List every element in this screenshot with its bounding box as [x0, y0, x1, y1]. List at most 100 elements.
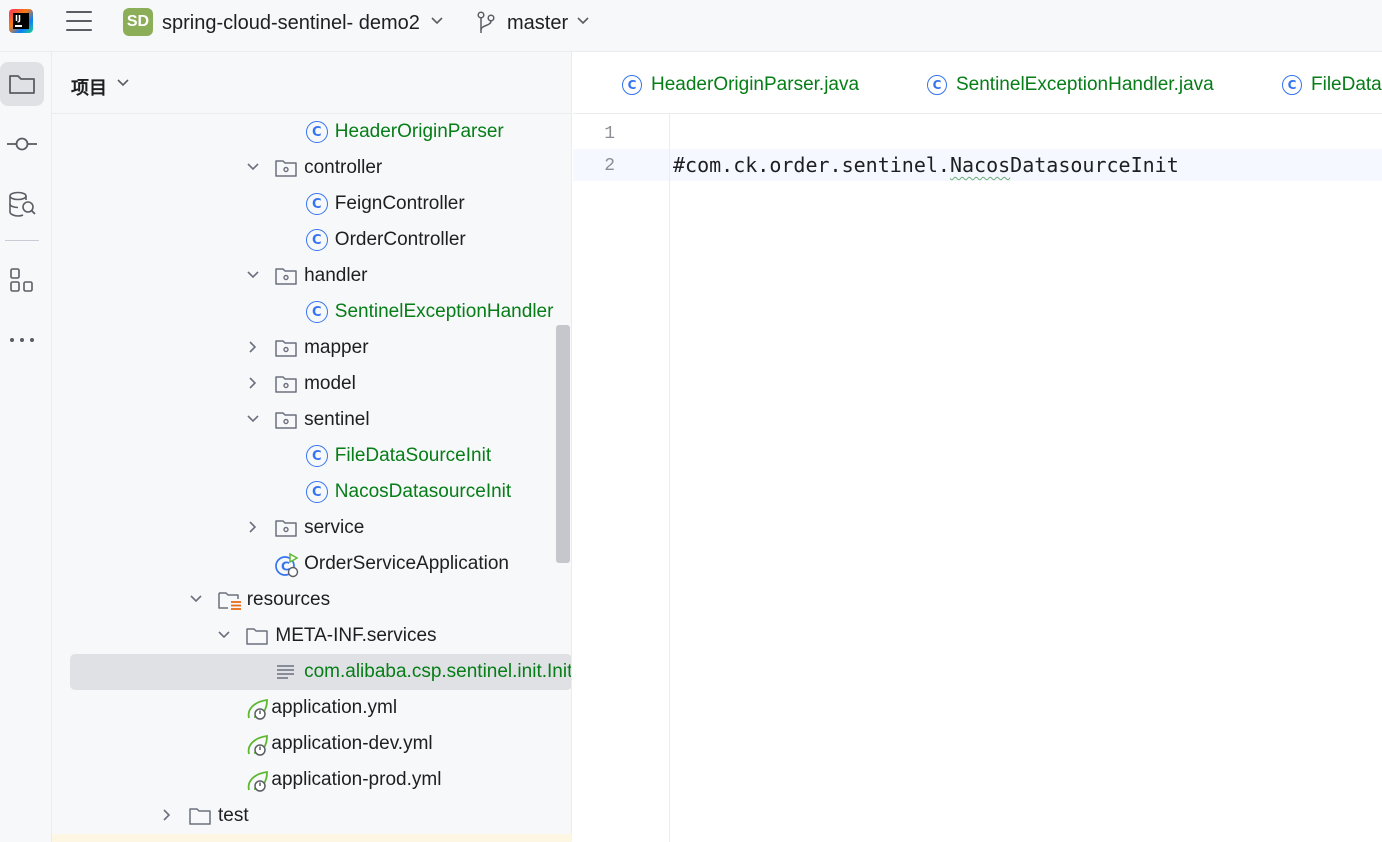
tree-item-label: handler: [304, 265, 368, 286]
main-menu-icon[interactable]: [66, 11, 92, 33]
class-icon: C: [622, 75, 642, 95]
tree-item-spring-config[interactable]: application.yml: [52, 690, 571, 726]
structure-tool-button[interactable]: [0, 258, 44, 302]
chevron-right-icon[interactable]: [160, 808, 174, 827]
project-badge[interactable]: SD: [123, 8, 153, 36]
tree-item-folder[interactable]: META-INF.services: [52, 618, 571, 654]
tree-item-package[interactable]: sentinel: [52, 402, 571, 438]
branch-name[interactable]: master: [507, 12, 568, 35]
line-number: 2: [604, 156, 615, 176]
more-tools-button[interactable]: [0, 318, 44, 362]
tree-scrollbar[interactable]: [556, 325, 570, 563]
chevron-down-icon[interactable]: [116, 78, 130, 88]
class-icon: C: [305, 300, 329, 324]
status-strip: [52, 834, 572, 842]
tree-item-package[interactable]: service: [52, 510, 571, 546]
project-name[interactable]: spring-cloud-sentinel- demo2: [162, 12, 420, 35]
tree-item-class[interactable]: C FileDataSourceInit: [52, 438, 571, 474]
more-icon: [10, 338, 34, 342]
tab-label: FileDataSourceInit.java: [1311, 74, 1382, 95]
chevron-down-icon[interactable]: [246, 268, 260, 287]
line-number-gutter: 1 2: [573, 114, 670, 842]
spring-config-icon: [245, 696, 269, 720]
tree-item-label: HeaderOriginParser: [334, 121, 504, 142]
editor-tabs: C HeaderOriginParser.java C SentinelExce…: [573, 52, 1382, 114]
folder-icon: [245, 624, 269, 648]
tree-item-label: OrderServiceApplication: [304, 553, 509, 574]
class-icon: C: [1282, 75, 1302, 95]
code-text: #com.ck.order.sentinel.NacosDatasourceIn…: [673, 153, 1179, 177]
tree-item-label: META-INF.services: [275, 625, 437, 646]
package-icon: [274, 372, 298, 396]
panel-title[interactable]: 项目: [71, 74, 107, 100]
code-line[interactable]: #com.ck.order.sentinel.NacosDatasourceIn…: [673, 153, 1179, 177]
project-tool-button[interactable]: [0, 62, 44, 106]
commit-tool-button[interactable]: [0, 122, 44, 166]
class-icon: C: [305, 228, 329, 252]
chevron-down-icon[interactable]: [217, 628, 231, 647]
chevron-right-icon[interactable]: [246, 340, 260, 359]
class-icon: C: [305, 480, 329, 504]
chevron-down-icon[interactable]: [189, 592, 203, 611]
tree-item-resources-folder[interactable]: resources: [52, 582, 571, 618]
tree-item-package[interactable]: controller: [52, 150, 571, 186]
tool-divider: [5, 240, 39, 241]
tree-item-class[interactable]: C NacosDatasourceInit: [52, 474, 571, 510]
editor: C HeaderOriginParser.java C SentinelExce…: [573, 52, 1382, 842]
structure-icon: [10, 268, 33, 292]
tree-item-label: resources: [246, 589, 331, 610]
tab-header-origin-parser[interactable]: C HeaderOriginParser.java: [621, 71, 859, 99]
project-panel-header: 项目: [52, 52, 571, 114]
project-panel: 项目 C HeaderOriginParser controller C FeignCo…: [52, 52, 572, 842]
class-icon: C: [927, 75, 947, 95]
tree-item-spring-boot-class[interactable]: C OrderServiceApplication: [52, 546, 571, 582]
tree-item-label: application.yml: [271, 697, 398, 718]
package-icon: [274, 336, 298, 360]
chevron-down-icon[interactable]: [246, 160, 260, 179]
package-icon: [274, 516, 298, 540]
class-icon: C: [305, 444, 329, 468]
database-tool-button[interactable]: [0, 182, 44, 226]
commit-icon: [7, 137, 37, 151]
tree-item-class[interactable]: C FeignController: [52, 186, 571, 222]
package-icon: [274, 264, 298, 288]
text-file-icon: [274, 660, 298, 684]
intellij-logo-icon: IJ: [9, 9, 33, 33]
chevron-down-icon[interactable]: [430, 16, 444, 26]
tree-item-package[interactable]: handler: [52, 258, 571, 294]
tree-item-label: NacosDatasourceInit: [334, 481, 512, 502]
tree-item-spring-config[interactable]: application-dev.yml: [52, 726, 571, 762]
chevron-down-icon[interactable]: [246, 412, 260, 431]
tab-label: SentinelExceptionHandler.java: [956, 74, 1214, 95]
tree-item-label: application-prod.yml: [271, 769, 442, 790]
class-icon: C: [305, 120, 329, 144]
tab-label: HeaderOriginParser.java: [651, 74, 860, 95]
resources-folder-icon: [217, 588, 241, 612]
tab-file-datasource-init[interactable]: C FileDataSourceInit.java: [1281, 71, 1382, 99]
chevron-down-icon[interactable]: [576, 16, 590, 26]
spring-config-icon: [245, 768, 269, 792]
tree-item-label: FileDataSourceInit: [334, 445, 492, 466]
tree-item-label: FeignController: [334, 193, 465, 214]
tree-item-label: controller: [304, 157, 383, 178]
chevron-right-icon[interactable]: [246, 376, 260, 395]
tree-item-class[interactable]: C HeaderOriginParser: [52, 114, 571, 150]
tab-sentinel-exception-handler[interactable]: C SentinelExceptionHandler.java: [926, 71, 1214, 99]
class-icon: C: [305, 192, 329, 216]
tree-item-class[interactable]: C OrderController: [52, 222, 571, 258]
tool-window-strip: [0, 52, 52, 842]
tree-item-package[interactable]: model: [52, 366, 571, 402]
tree-item-label: application-dev.yml: [271, 733, 433, 754]
tree-item-spring-config[interactable]: application-prod.yml: [52, 762, 571, 798]
database-search-icon: [9, 191, 36, 217]
tree-item-label: service: [304, 517, 365, 538]
git-branch-icon: [477, 11, 495, 33]
tree-item-text-file[interactable]: com.alibaba.csp.sentinel.init.InitFunc: [52, 654, 571, 690]
folder-icon: [9, 75, 35, 94]
spring-boot-class-icon: C: [274, 552, 299, 578]
tree-item-package[interactable]: mapper: [52, 330, 571, 366]
tree-item-label: sentinel: [304, 409, 370, 430]
chevron-right-icon[interactable]: [246, 520, 260, 539]
tree-item-folder[interactable]: test: [52, 798, 571, 834]
tree-item-class[interactable]: C SentinelExceptionHandler: [52, 294, 571, 330]
